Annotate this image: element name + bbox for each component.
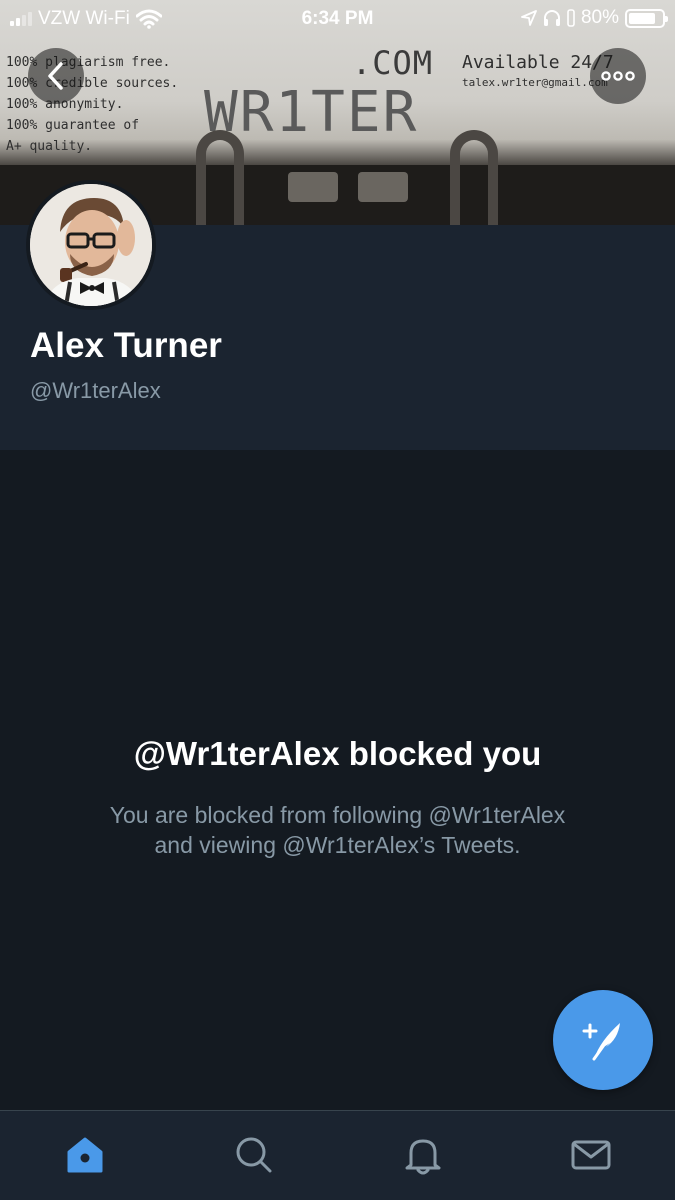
status-bar: VZW Wi-Fi 6:34 PM 80% bbox=[0, 0, 675, 36]
banner-email: talex.wr1ter@gmail.com bbox=[462, 76, 608, 89]
banner-line: A+ quality. bbox=[6, 139, 93, 154]
location-arrow-icon bbox=[521, 10, 537, 26]
blocked-description: You are blocked from following @Wr1terAl… bbox=[60, 800, 615, 860]
banner-line: 100% anonymity. bbox=[6, 97, 124, 112]
display-name: Alex Turner bbox=[30, 326, 222, 365]
bottom-tab-bar bbox=[0, 1110, 675, 1200]
tab-search[interactable] bbox=[232, 1133, 276, 1177]
profile-handle: @Wr1terAlex bbox=[30, 378, 161, 403]
banner-domain: .COM bbox=[352, 44, 434, 82]
orientation-lock-icon bbox=[567, 9, 575, 27]
back-button[interactable] bbox=[28, 48, 84, 104]
battery-fill bbox=[629, 12, 655, 24]
tab-messages[interactable] bbox=[569, 1133, 613, 1177]
typewriter-key bbox=[358, 172, 408, 202]
headphones-icon bbox=[543, 10, 560, 26]
compose-tweet-button[interactable] bbox=[553, 990, 653, 1090]
chevron-left-icon bbox=[48, 62, 63, 90]
tab-home[interactable] bbox=[63, 1133, 107, 1177]
compose-tweet-icon bbox=[582, 1023, 620, 1061]
battery-percent: 80% bbox=[580, 7, 619, 28]
battery-icon bbox=[625, 8, 668, 28]
typewriter-arm bbox=[450, 130, 498, 225]
blocked-line: You are blocked from following @Wr1terAl… bbox=[109, 802, 566, 828]
mail-icon bbox=[571, 1140, 611, 1170]
status-right: 80% bbox=[521, 7, 668, 29]
blocked-title: @Wr1terAlex blocked you bbox=[133, 735, 542, 772]
tab-notifications[interactable] bbox=[401, 1133, 445, 1177]
avatar[interactable] bbox=[26, 180, 156, 310]
banner-line: 100% guarantee of bbox=[6, 118, 140, 133]
search-icon bbox=[236, 1137, 272, 1173]
typewriter-arm bbox=[196, 130, 244, 225]
avatar-portrait bbox=[30, 184, 152, 306]
blocked-line: and viewing @Wr1terAlex’s Tweets. bbox=[154, 832, 521, 858]
ellipsis-icon bbox=[601, 71, 635, 81]
home-icon bbox=[67, 1137, 103, 1173]
bell-icon bbox=[405, 1139, 441, 1175]
more-options-button[interactable] bbox=[590, 48, 646, 104]
typewriter-key bbox=[288, 172, 338, 202]
